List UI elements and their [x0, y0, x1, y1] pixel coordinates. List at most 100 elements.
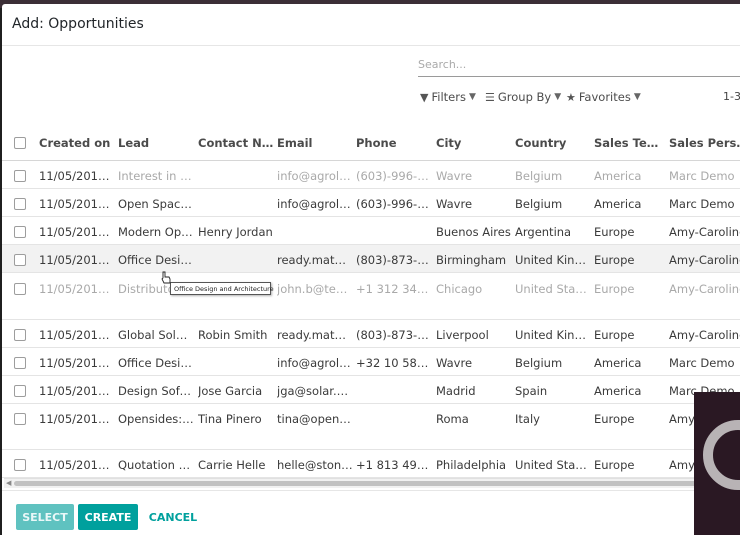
table-cell: Office Desig... [118, 253, 194, 267]
table-row[interactable]: 11/05/2019 ...Interest in yo... info@agro… [2, 161, 740, 189]
table-cell: Europe [594, 282, 635, 296]
table-cell: 11/05/2019 ... [39, 458, 115, 472]
row-checkbox[interactable] [14, 329, 26, 341]
table-header: Created on Lead Contact N... Email Phone City… [2, 124, 740, 161]
table-cell: Belgium [515, 356, 563, 370]
column-header[interactable]: Phone [356, 136, 432, 150]
table-cell: Argentina [515, 225, 572, 239]
row-checkbox[interactable] [14, 254, 26, 266]
table-cell: Office Desig... [118, 356, 194, 370]
table-cell: Europe [594, 412, 635, 426]
group-by-dropdown[interactable]: ☰ Group By ▼ [485, 90, 561, 104]
table-cell: Design Soft... [118, 384, 194, 398]
star-icon: ★ [566, 90, 576, 104]
table-cell: Madrid [436, 384, 476, 398]
table-cell: (803)-873-61... [356, 253, 432, 267]
column-header[interactable]: Email [277, 136, 353, 150]
tooltip: Office Design and Architecture [170, 282, 274, 295]
pager-value[interactable]: 1-39 [723, 90, 740, 103]
column-header[interactable]: Contact N... [198, 136, 274, 150]
scroll-left-icon[interactable]: ◀ [6, 479, 11, 487]
row-checkbox[interactable] [14, 459, 26, 471]
table-cell: Europe [594, 253, 635, 267]
cancel-button[interactable]: CANCEL [142, 504, 204, 530]
table-row[interactable]: 11/05/2019 ... Global Soluti... Robin Smit… [2, 320, 740, 348]
table-cell: Belgium [515, 169, 563, 183]
table-cell: (803)-873-61... [356, 328, 432, 342]
select-button[interactable]: SELECT [16, 504, 74, 530]
table-cell: 11/05/2019 ... [39, 412, 115, 426]
table-cell: 11/05/2019 ... [39, 197, 115, 211]
table-cell: 11/05/2019 ... [39, 384, 115, 398]
table-cell: info@agrolai... [277, 169, 353, 183]
group-by-label: Group By [497, 90, 552, 104]
row-checkbox[interactable] [14, 198, 26, 210]
row-checkbox[interactable] [14, 413, 26, 425]
table-cell: helle@stona... [277, 458, 353, 472]
table-cell: john.b@tech... [277, 282, 353, 296]
table-cell: +1 813 494 ... [356, 458, 432, 472]
table-cell: 11/05/2019 ... [39, 356, 115, 370]
table-row[interactable]: 11/05/2019 ... Office Desig... ready.mat28… [2, 245, 740, 273]
column-header[interactable]: Sales Team [594, 136, 666, 150]
table-cell: Modern Ope... [118, 225, 194, 239]
column-header[interactable]: Country [515, 136, 591, 150]
table-cell: Buenos Aires [436, 225, 511, 239]
bars-icon: ☰ [485, 90, 495, 104]
tooltip-text: Office Design and Architecture [174, 285, 274, 293]
row-checkbox[interactable] [14, 283, 26, 295]
create-button[interactable]: CREATE [78, 504, 138, 530]
column-header[interactable]: Lead [118, 136, 194, 150]
table-row[interactable]: 11/05/2019 ... Quotation fo... Carrie Hell… [2, 450, 740, 478]
scrollbar-thumb[interactable] [14, 481, 714, 486]
select-all-checkbox[interactable] [14, 137, 26, 149]
search-input[interactable] [418, 55, 740, 77]
table-cell: Amy-Caroline [669, 282, 740, 296]
table-cell: info@agrolai... [277, 356, 353, 370]
table-cell: United States [515, 458, 591, 472]
horizontal-scrollbar[interactable]: ◀ [4, 478, 740, 488]
table-cell: America [594, 169, 642, 183]
table-row[interactable]: 11/05/2019 ... Distributor john.b@tech... +… [2, 274, 740, 320]
table-cell: Carrie Helle [198, 458, 266, 472]
row-checkbox[interactable] [14, 226, 26, 238]
table-cell: ready.mat28... [277, 253, 353, 267]
table-cell: Spain [515, 384, 548, 398]
table-cell: Global Soluti... [118, 328, 194, 342]
table-cell: Europe [594, 328, 635, 342]
table-cell: Amy-Caroline [669, 328, 740, 342]
row-checkbox[interactable] [14, 385, 26, 397]
filters-dropdown[interactable]: ▼ Filters ▼ [420, 90, 476, 104]
table-cell: Marc Demo [669, 169, 735, 183]
table-cell: tina@opensi... [277, 412, 353, 426]
table-row[interactable]: 11/05/2019 ... Modern Ope... Henry Jordan B… [2, 217, 740, 245]
row-checkbox[interactable] [14, 357, 26, 369]
table-cell: Liverpool [436, 328, 489, 342]
table-cell: Robin Smith [198, 328, 268, 342]
favorites-dropdown[interactable]: ★ Favorites ▼ [566, 90, 641, 104]
column-header[interactable]: Created on [39, 136, 115, 150]
search-panel: ▼ Filters ▼ ☰ Group By ▼ ★ Favorites ▼ 1… [2, 46, 740, 106]
table-row[interactable]: 11/05/2019 ... Opensides: ... Tina Pinero t… [2, 404, 740, 450]
table-cell: America [594, 356, 642, 370]
table-cell: Wavre [436, 197, 473, 211]
table-cell: Europe [594, 458, 635, 472]
table-row[interactable]: 11/05/2019 ... Design Soft... Jose Garcia j… [2, 376, 740, 404]
table-row[interactable]: 11/05/2019 ... Open Space ... info@agrolai… [2, 189, 740, 217]
row-checkbox[interactable] [14, 170, 26, 182]
table-cell: Birmingham [436, 253, 507, 267]
filter-icon: ▼ [420, 90, 429, 104]
column-header[interactable]: Sales Pers... [669, 136, 740, 150]
table-cell: Interest in yo... [118, 169, 194, 183]
table-cell: 11/05/2019 ... [39, 253, 115, 267]
table-cell: (603)-996-38... [356, 169, 432, 183]
table-cell: America [594, 197, 642, 211]
table-cell: Amy-Caroline [669, 225, 740, 239]
table-row[interactable]: 11/05/2019 ... Office Desig... info@agrola… [2, 348, 740, 376]
hand-cursor-icon [161, 271, 171, 284]
caret-down-icon: ▼ [468, 92, 476, 102]
table-cell: Belgium [515, 197, 563, 211]
table-cell: info@agrolai... [277, 197, 353, 211]
screen: Add: Opportunities ▼ Filters ▼ ☰ Group B… [0, 0, 740, 535]
column-header[interactable]: City [436, 136, 512, 150]
